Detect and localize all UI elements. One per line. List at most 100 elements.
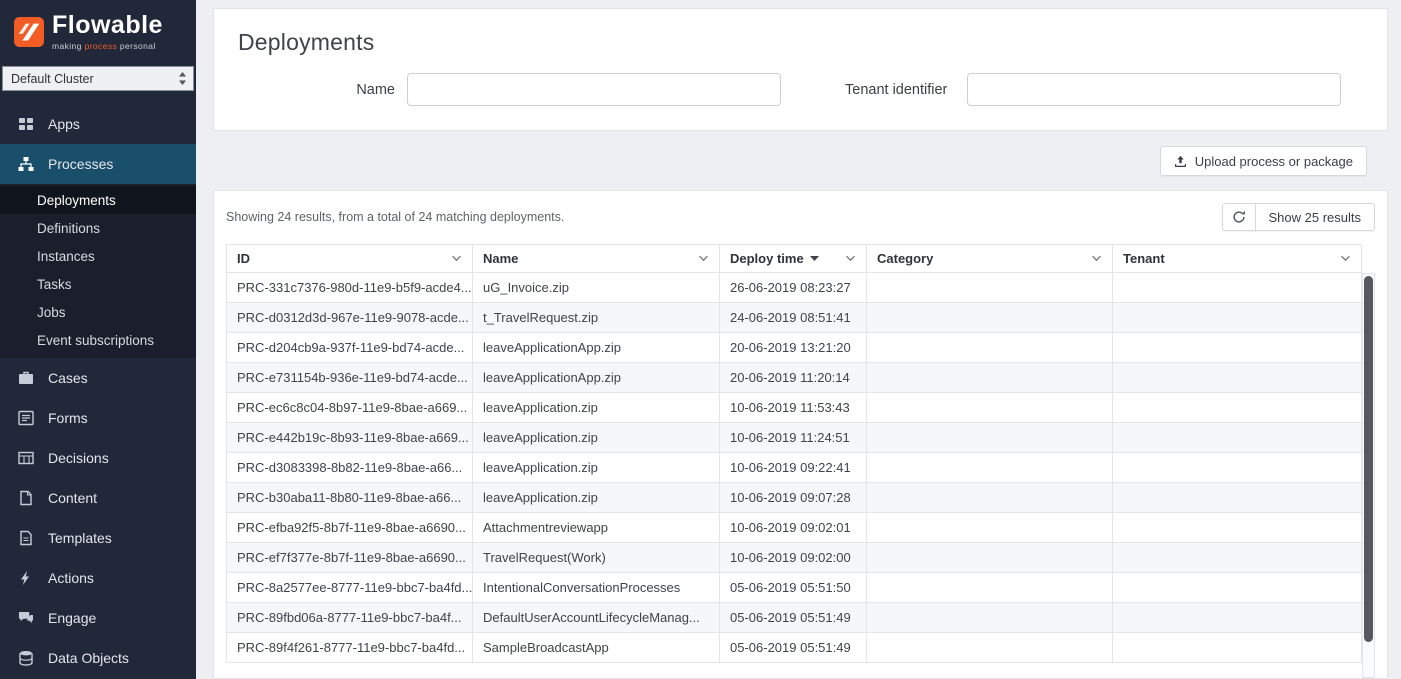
cell-category	[866, 452, 1113, 483]
page-title: Deployments	[238, 29, 375, 55]
table-row[interactable]: PRC-ec6c8c04-8b97-11e9-8bae-a669... leave…	[226, 392, 1362, 423]
table-row[interactable]: PRC-8a2577ee-8777-11e9-bbc7-ba4fd... Inte…	[226, 572, 1362, 603]
cell-id: PRC-ef7f377e-8b7f-11e9-8bae-a6690...	[226, 542, 473, 573]
sidebar-subitem-label: Tasks	[37, 276, 72, 292]
cell-id: PRC-e442b19c-8b93-11e9-8bae-a669...	[226, 422, 473, 453]
actions-icon	[17, 570, 35, 586]
sidebar-subitem-instances[interactable]: Instances	[0, 242, 196, 270]
cell-category	[866, 602, 1113, 633]
table-row[interactable]: PRC-d204cb9a-937f-11e9-bd74-acde... leave…	[226, 332, 1362, 363]
tenant-filter-input[interactable]	[967, 73, 1342, 106]
cell-deploy-time: 20-06-2019 11:20:14	[719, 362, 867, 393]
column-header-tenant[interactable]: Tenant	[1112, 244, 1362, 273]
name-filter-label: Name	[356, 81, 395, 98]
engage-icon	[17, 610, 35, 626]
cell-name: t_TravelRequest.zip	[472, 302, 720, 333]
cluster-select[interactable]: Default Cluster	[2, 66, 194, 91]
sidebar-item-actions[interactable]: Actions	[0, 558, 196, 598]
brand-tagline: making process personal	[52, 41, 156, 51]
sidebar-item-processes[interactable]: Processes	[0, 144, 196, 184]
sidebar-subitem-definitions[interactable]: Definitions	[0, 214, 196, 242]
show-results-button[interactable]: Show 25 results	[1254, 203, 1375, 231]
sidebar-subitem-label: Definitions	[37, 220, 101, 236]
sidebar-item-decisions[interactable]: Decisions	[0, 438, 196, 478]
sidebar-item-content[interactable]: Content	[0, 478, 196, 518]
table-row[interactable]: PRC-331c7376-980d-11e9-b5f9-acde4... uG_I…	[226, 272, 1362, 303]
flowable-logo: Flowable making process personal	[0, 0, 196, 64]
cluster-select-value: Default Cluster	[11, 71, 94, 86]
sidebar-item-forms[interactable]: Forms	[0, 398, 196, 438]
templates-icon	[17, 530, 35, 546]
table-row[interactable]: PRC-b30aba11-8b80-11e9-8bae-a66... leaveA…	[226, 482, 1362, 513]
refresh-button[interactable]	[1221, 203, 1256, 231]
cell-tenant	[1112, 602, 1362, 633]
cell-name: leaveApplicationApp.zip	[472, 332, 720, 363]
sidebar-subitem-label: Instances	[37, 248, 95, 264]
cell-category	[866, 482, 1113, 513]
cell-name: leaveApplication.zip	[472, 422, 720, 453]
table-scrollbar[interactable]	[1362, 273, 1375, 678]
sidebar-subitem-label: Jobs	[37, 304, 66, 320]
cell-deploy-time: 05-06-2019 05:51:49	[719, 632, 867, 663]
sidebar-subitem-deployments[interactable]: Deployments	[0, 186, 196, 214]
cell-deploy-time: 10-06-2019 09:07:28	[719, 482, 867, 513]
sidebar-item-engage[interactable]: Engage	[0, 598, 196, 638]
column-header-name[interactable]: Name	[472, 244, 720, 273]
cell-tenant	[1112, 272, 1362, 303]
table-header-row: ID Name Deploy time Category Tenant	[226, 244, 1362, 273]
results-bar: Showing 24 results, from a total of 24 m…	[214, 191, 1387, 244]
column-menu-chevron-icon[interactable]	[451, 255, 462, 262]
cell-tenant	[1112, 542, 1362, 573]
sidebar-item-apps[interactable]: Apps	[0, 104, 196, 144]
sidebar-subitem-jobs[interactable]: Jobs	[0, 298, 196, 326]
cell-category	[866, 332, 1113, 363]
sidebar-item-label: Decisions	[48, 450, 109, 466]
sidebar-item-data-objects[interactable]: Data Objects	[0, 638, 196, 678]
table-row[interactable]: PRC-efba92f5-8b7f-11e9-8bae-a6690... Atta…	[226, 512, 1362, 543]
upload-button-label: Upload process or package	[1194, 153, 1353, 169]
cell-deploy-time: 10-06-2019 11:24:51	[719, 422, 867, 453]
column-menu-chevron-icon[interactable]	[845, 255, 856, 262]
sidebar-item-label: Cases	[48, 370, 88, 386]
cell-tenant	[1112, 362, 1362, 393]
apps-icon	[17, 116, 35, 132]
cell-category	[866, 632, 1113, 663]
column-menu-chevron-icon[interactable]	[1340, 255, 1351, 262]
content-icon	[17, 490, 35, 506]
cell-tenant	[1112, 512, 1362, 543]
sidebar-item-templates[interactable]: Templates	[0, 518, 196, 558]
upload-button[interactable]: Upload process or package	[1159, 146, 1367, 176]
scrollbar-thumb[interactable]	[1364, 276, 1373, 642]
sort-desc-icon	[809, 256, 819, 261]
cell-id: PRC-8a2577ee-8777-11e9-bbc7-ba4fd...	[226, 572, 473, 603]
cell-tenant	[1112, 332, 1362, 363]
cell-id: PRC-ec6c8c04-8b97-11e9-8bae-a669...	[226, 392, 473, 423]
cell-deploy-time: 10-06-2019 09:02:00	[719, 542, 867, 573]
cell-category	[866, 302, 1113, 333]
sidebar-subitem-event-subscriptions[interactable]: Event subscriptions	[0, 326, 196, 354]
tenant-filter-label: Tenant identifier	[845, 81, 948, 98]
column-header-deploy-time[interactable]: Deploy time	[719, 244, 867, 273]
table-row[interactable]: PRC-e442b19c-8b93-11e9-8bae-a669... leave…	[226, 422, 1362, 453]
table-row[interactable]: PRC-89f4f261-8777-11e9-bbc7-ba4fd... Samp…	[226, 632, 1362, 663]
brand-name: Flowable	[52, 11, 163, 39]
sidebar-item-label: Forms	[48, 410, 88, 426]
column-menu-chevron-icon[interactable]	[1091, 255, 1102, 262]
cell-deploy-time: 05-06-2019 05:51:49	[719, 602, 867, 633]
column-header-category[interactable]: Category	[866, 244, 1113, 273]
column-menu-chevron-icon[interactable]	[698, 255, 709, 262]
processes-submenu: Deployments Definitions Instances Tasks Jobs…	[0, 184, 196, 358]
cell-deploy-time: 20-06-2019 13:21:20	[719, 332, 867, 363]
table-row[interactable]: PRC-ef7f377e-8b7f-11e9-8bae-a6690... Trav…	[226, 542, 1362, 573]
column-label: Tenant	[1123, 251, 1165, 266]
column-header-id[interactable]: ID	[226, 244, 473, 273]
table-row[interactable]: PRC-d3083398-8b82-11e9-8bae-a66... leaveA…	[226, 452, 1362, 483]
sidebar-item-cases[interactable]: Cases	[0, 358, 196, 398]
cell-deploy-time: 24-06-2019 08:51:41	[719, 302, 867, 333]
table-row[interactable]: PRC-d0312d3d-967e-11e9-9078-acde... t_Tra…	[226, 302, 1362, 333]
sidebar-item-label: Data Objects	[48, 650, 129, 666]
sidebar-subitem-tasks[interactable]: Tasks	[0, 270, 196, 298]
name-filter-input[interactable]	[407, 73, 781, 106]
table-row[interactable]: PRC-89fbd06a-8777-11e9-bbc7-ba4f... Defau…	[226, 602, 1362, 633]
table-row[interactable]: PRC-e731154b-936e-11e9-bd74-acde... leave…	[226, 362, 1362, 393]
